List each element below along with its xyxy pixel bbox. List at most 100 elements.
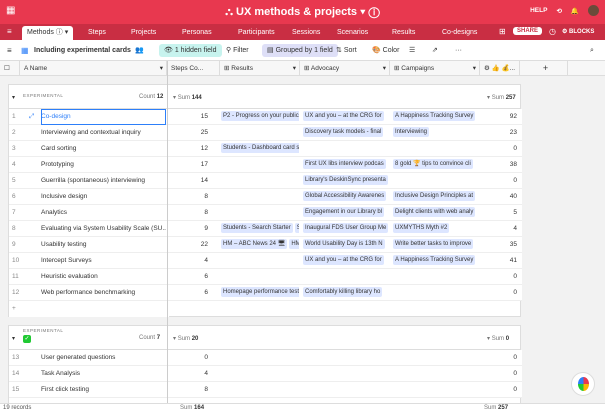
advocacy-link[interactable]: Comfortably killing library ho — [303, 285, 389, 301]
steps-count[interactable]: 0 — [168, 350, 208, 366]
column-name[interactable]: A Name ▾ — [20, 61, 167, 76]
advocacy-link[interactable]: UX and you – at the CRG for — [303, 253, 389, 269]
linked-record-chip[interactable]: Library's DeskinSync presenta — [303, 175, 388, 186]
collapse-icon[interactable]: ▾ — [12, 335, 15, 342]
record-name[interactable]: Usability testing — [41, 237, 166, 253]
linked-record-chip[interactable]: UX and you – at the CRG for — [303, 255, 384, 266]
results-link[interactable] — [221, 253, 299, 269]
steps-count[interactable]: 8 — [168, 382, 208, 398]
table-row[interactable]: 10 Intercept Surveys 4 UX and you – at the … — [9, 253, 522, 269]
advocacy-link[interactable]: Library's DeskinSync presenta — [303, 173, 389, 189]
advocacy-link[interactable]: Global Accessibility Awarenes — [303, 189, 389, 205]
record-name[interactable]: Web performance benchmarking — [41, 285, 166, 301]
steps-count[interactable]: 6 — [168, 269, 208, 285]
row-number[interactable]: 1 — [12, 109, 24, 125]
record-name[interactable]: User generated questions — [41, 350, 166, 366]
table-row[interactable]: 8 Evaluating via System Usability Scale (… — [9, 221, 522, 237]
table-row[interactable]: 6 Inclusive design 8 Global Accessibility A… — [9, 189, 522, 205]
views-menu-icon[interactable]: ≡ — [7, 44, 12, 57]
linked-record-chip[interactable]: UXMYTHS Myth #2 — [393, 223, 450, 234]
linked-record-chip[interactable]: Engagement in our Library bl — [303, 207, 385, 218]
rating-value[interactable]: 41 — [481, 253, 517, 269]
tab-methods[interactable]: Methods ⓘ ▾ — [22, 26, 74, 40]
sort-button[interactable]: ⇅ Sort — [336, 44, 357, 57]
advocacy-link[interactable]: Inaugural FDS User Group Me — [303, 221, 389, 237]
linked-record-chip[interactable]: 8 gold 🏆 tips to convince cli — [393, 159, 473, 170]
history-icon[interactable]: ⟲ — [556, 7, 561, 15]
tab-projects[interactable]: Projects — [131, 26, 156, 40]
linked-record-chip[interactable]: A Happiness Tracking Survey — [393, 111, 476, 122]
steps-count[interactable]: 17 — [168, 157, 208, 173]
column-advocacy[interactable]: ⊞ Advocacy ▾ — [300, 61, 390, 76]
row-number[interactable]: 6 — [12, 189, 24, 205]
collaborators-icon[interactable]: 👥 — [135, 44, 144, 57]
record-name[interactable]: Heuristic evaluation — [41, 269, 166, 285]
linked-record-chip[interactable]: First UX libs interview podcas — [303, 159, 386, 170]
row-number[interactable]: 14 — [12, 366, 24, 382]
row-number[interactable]: 8 — [12, 221, 24, 237]
results-link[interactable] — [221, 189, 299, 205]
results-link[interactable] — [221, 269, 299, 285]
rating-value[interactable]: 40 — [481, 189, 517, 205]
group-header[interactable]: ▾ EXPERIMENTAL Count 12 ▾ Sum 144 ▾ Sum … — [9, 85, 520, 109]
record-name[interactable]: Evaluating via System Usability Scale (S… — [41, 221, 166, 237]
linked-record-chip[interactable]: Write better tasks to improve — [393, 239, 474, 250]
linked-record-chip[interactable]: HM – ABC News 24 🖥 — [221, 239, 288, 250]
tab-scenarios[interactable]: Scenarios — [337, 26, 368, 40]
campaigns-link[interactable] — [393, 173, 479, 189]
steps-count[interactable]: 8 — [168, 189, 208, 205]
advocacy-link[interactable]: Discovery task models - final — [303, 125, 389, 141]
color-button[interactable]: 🎨 Color — [372, 44, 399, 57]
linked-record-chip[interactable]: Students - Dashboard card s — [221, 143, 299, 154]
results-link[interactable] — [221, 173, 299, 189]
support-chat-icon[interactable] — [571, 372, 595, 396]
table-row[interactable]: 5 Guerrilla (spontaneous) interviewing 14 L… — [9, 173, 522, 189]
rating-value[interactable]: 38 — [481, 157, 517, 173]
select-all-checkbox[interactable]: ☐ — [0, 61, 20, 76]
column-rating[interactable]: ⚙ 👍 💰... — [480, 61, 520, 76]
linked-record-chip[interactable]: Comfortably killing library ho — [303, 287, 383, 298]
record-name[interactable]: Task Analysis — [41, 366, 166, 382]
linked-record-chip[interactable]: Discovery task models - final — [303, 127, 384, 138]
rating-value[interactable]: 0 — [481, 269, 517, 285]
filter-button[interactable]: ⚲ Filter — [226, 44, 249, 57]
table-row[interactable]: 11 Heuristic evaluation 6 0 — [9, 269, 522, 285]
add-field-button[interactable]: + — [520, 61, 568, 76]
steps-count[interactable]: 12 — [168, 141, 208, 157]
rating-value[interactable]: 35 — [481, 237, 517, 253]
campaigns-link[interactable]: UXMYTHS Myth #2 — [393, 221, 479, 237]
steps-count[interactable]: 22 — [168, 237, 208, 253]
advocacy-link[interactable] — [303, 269, 389, 285]
table-row[interactable]: 3 Card sorting 12 Students - Dashboard card… — [9, 141, 522, 157]
campaigns-link[interactable]: A Happiness Tracking Survey — [393, 109, 479, 125]
tab-results[interactable]: Results — [392, 26, 415, 40]
table-row[interactable]: 15 First click testing 8 0 — [9, 382, 522, 398]
linked-record-chip[interactable]: UX and you – at the CRG for — [303, 111, 384, 122]
search-icon[interactable]: ⌕ — [590, 44, 594, 57]
linked-record-chip[interactable]: A Happiness Tracking Survey — [393, 255, 476, 266]
row-height-icon[interactable]: ☰ — [409, 44, 415, 57]
advocacy-link[interactable] — [303, 141, 389, 157]
linked-record-chip[interactable]: World Usability Day is 13th N — [303, 239, 385, 250]
rating-value[interactable]: 92 — [481, 109, 517, 125]
advocacy-link[interactable]: World Usability Day is 13th N — [303, 237, 389, 253]
advocacy-link[interactable]: UX and you – at the CRG for — [303, 109, 389, 125]
add-table-icon[interactable]: ⊞ — [499, 27, 506, 36]
results-link[interactable]: P2 - Progress on your publics — [221, 109, 299, 125]
notification-bell-icon[interactable]: 🔔 — [571, 7, 579, 15]
more-options-icon[interactable]: ··· — [455, 44, 462, 57]
rating-value[interactable]: 23 — [481, 125, 517, 141]
record-name[interactable]: Inclusive design — [41, 189, 166, 205]
results-link[interactable] — [221, 157, 299, 173]
share-button[interactable]: SHARE — [513, 27, 543, 35]
linked-record-chip[interactable]: Inaugural FDS User Group Me — [303, 223, 389, 234]
column-campaigns[interactable]: ⊞ Campaigns ▾ — [390, 61, 480, 76]
expand-record-icon[interactable]: ⤢ — [29, 109, 39, 125]
history-icon[interactable]: ◷ — [549, 27, 556, 36]
campaigns-link[interactable]: Delight clients with web analy — [393, 205, 479, 221]
table-row[interactable]: 9 Usability testing 22 HM – ABC News 24 🖥 HM… — [9, 237, 522, 253]
campaigns-link[interactable] — [393, 269, 479, 285]
results-link[interactable] — [221, 125, 299, 141]
record-name[interactable]: First click testing — [41, 382, 166, 398]
row-number[interactable]: 15 — [12, 382, 24, 398]
